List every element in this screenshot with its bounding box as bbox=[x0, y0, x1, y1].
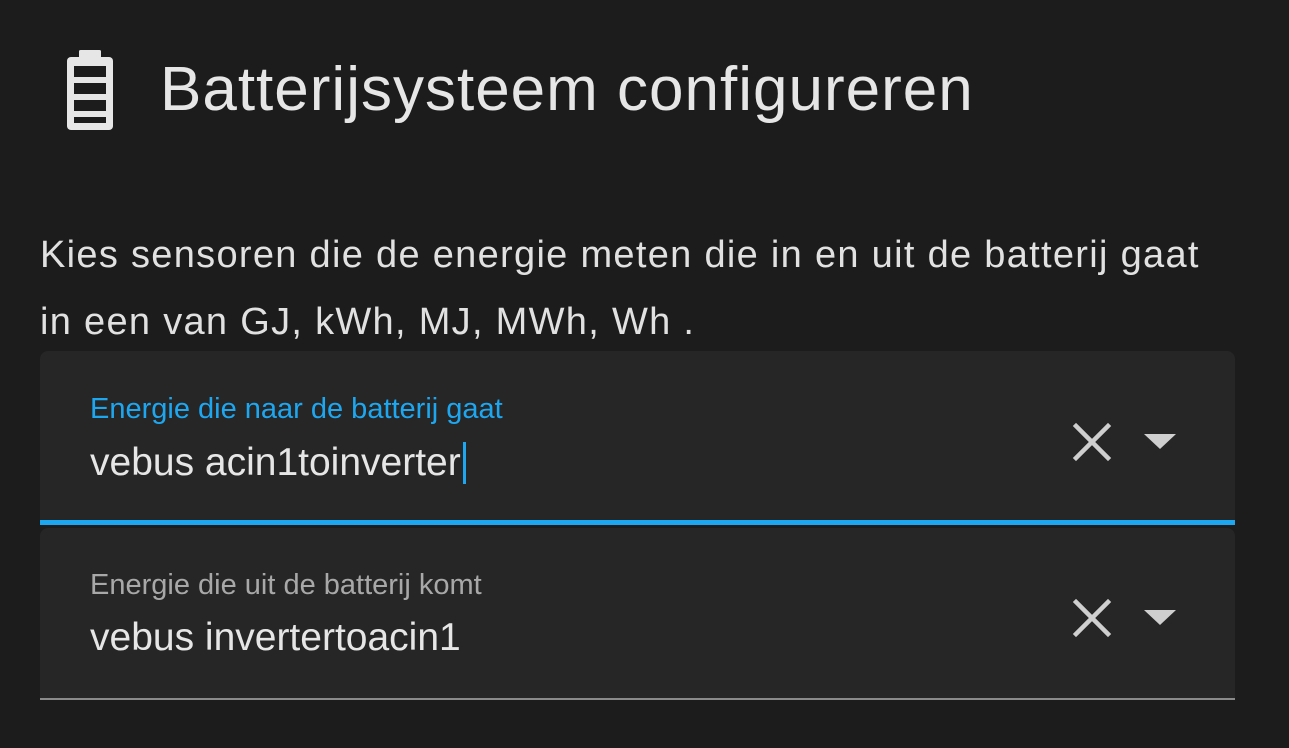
close-icon[interactable] bbox=[1068, 418, 1116, 466]
energy-in-input[interactable]: vebus acin1toinverter bbox=[90, 441, 466, 485]
energy-in-combobox[interactable]: Energie die naar de batterij gaat vebus … bbox=[40, 351, 1235, 525]
dialog-description: Kies sensoren die de energie meten die i… bbox=[40, 234, 1200, 343]
menu-down-icon[interactable] bbox=[1140, 597, 1180, 637]
close-icon[interactable] bbox=[1068, 594, 1116, 642]
energy-out-combobox[interactable]: Energie die uit de batterij komt vebus i… bbox=[40, 528, 1235, 700]
dialog-header: Batterijsysteem configureren bbox=[62, 44, 974, 134]
menu-down-icon[interactable] bbox=[1140, 421, 1180, 461]
dialog-title: Batterijsysteem configureren bbox=[160, 54, 974, 124]
energy-in-label: Energie die naar de batterij gaat bbox=[90, 393, 503, 425]
energy-out-label: Energie die uit de batterij komt bbox=[90, 569, 482, 601]
energy-out-input[interactable]: vebus invertertoacin1 bbox=[90, 616, 461, 660]
energy-out-value: vebus invertertoacin1 bbox=[90, 616, 461, 659]
battery-icon bbox=[62, 44, 118, 134]
energy-in-value: vebus acin1toinverter bbox=[90, 441, 461, 484]
text-cursor bbox=[462, 442, 466, 484]
